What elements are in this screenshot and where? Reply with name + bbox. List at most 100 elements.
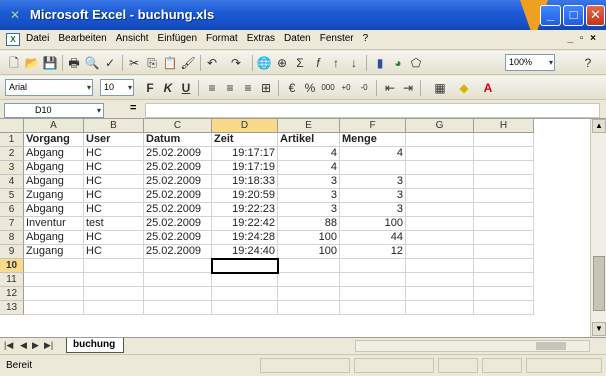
cell-c3[interactable]: 25.02.2009 <box>144 161 212 175</box>
cell-e7[interactable]: 88 <box>278 217 340 231</box>
cell-d5[interactable]: 19:20:59 <box>212 189 278 203</box>
underline-icon[interactable]: U <box>178 80 194 96</box>
cell-e10[interactable] <box>278 259 340 273</box>
cell-h13[interactable] <box>474 301 534 315</box>
cell-f12[interactable] <box>340 287 406 301</box>
merge-center-icon[interactable]: ⊞ <box>258 80 274 96</box>
cell-f7[interactable]: 100 <box>340 217 406 231</box>
cell-e4[interactable]: 3 <box>278 175 340 189</box>
spelling-icon[interactable]: ✓ <box>102 55 118 71</box>
fill-color-icon[interactable]: ◆ <box>456 80 472 96</box>
cell-e6[interactable]: 3 <box>278 203 340 217</box>
cell-g8[interactable] <box>406 231 474 245</box>
cell-c10[interactable] <box>144 259 212 273</box>
new-icon[interactable]: 🗋 <box>6 55 22 71</box>
save-icon[interactable]: 💾 <box>42 55 58 71</box>
cell-b3[interactable]: HC <box>84 161 144 175</box>
sheet-tab-buchung[interactable]: buchung <box>66 338 125 353</box>
menu-item-5[interactable]: Extras <box>247 33 275 44</box>
cell-e8[interactable]: 100 <box>278 231 340 245</box>
open-icon[interactable]: 📂 <box>24 55 40 71</box>
cell-d8[interactable]: 19:24:28 <box>212 231 278 245</box>
cell-f5[interactable]: 3 <box>340 189 406 203</box>
cell-f1[interactable]: Menge <box>340 133 406 147</box>
format-painter-icon[interactable]: 🖌 <box>180 55 196 71</box>
next-sheet-icon[interactable]: ▶ <box>32 340 39 351</box>
cell-c8[interactable]: 25.02.2009 <box>144 231 212 245</box>
row-header-13[interactable]: 13 <box>0 301 24 315</box>
map-icon[interactable]: ◕ <box>390 55 406 71</box>
cell-d13[interactable] <box>212 301 278 315</box>
row-header-3[interactable]: 3 <box>0 161 24 175</box>
row-header-2[interactable]: 2 <box>0 147 24 161</box>
cell-a3[interactable]: Abgang <box>24 161 84 175</box>
cell-f6[interactable]: 3 <box>340 203 406 217</box>
percent-icon[interactable]: % <box>302 80 318 96</box>
cell-h8[interactable] <box>474 231 534 245</box>
cell-f13[interactable] <box>340 301 406 315</box>
align-left-icon[interactable]: ≡ <box>204 80 220 96</box>
chart-wizard-icon[interactable]: ▮ <box>372 55 388 71</box>
borders-icon[interactable]: ▦ <box>432 80 448 96</box>
paste-icon[interactable]: 📋 <box>162 55 178 71</box>
cell-f9[interactable]: 12 <box>340 245 406 259</box>
row-header-5[interactable]: 5 <box>0 189 24 203</box>
vertical-scroll-thumb[interactable] <box>593 256 605 311</box>
cell-f10[interactable] <box>340 259 406 273</box>
cell-b4[interactable]: HC <box>84 175 144 189</box>
cell-g11[interactable] <box>406 273 474 287</box>
row-header-12[interactable]: 12 <box>0 287 24 301</box>
cell-h11[interactable] <box>474 273 534 287</box>
cell-d2[interactable]: 19:17:17 <box>212 147 278 161</box>
title-bar[interactable]: ✕ Microsoft Excel - buchung.xls _ □ ✕ <box>0 0 606 40</box>
print-icon[interactable]: 🖶 <box>66 55 82 71</box>
cell-h1[interactable] <box>474 133 534 147</box>
cell-a1[interactable]: Vorgang <box>24 133 84 147</box>
maximize-button[interactable]: □ <box>563 5 584 26</box>
last-sheet-icon[interactable]: ▶| <box>44 340 53 351</box>
cell-g7[interactable] <box>406 217 474 231</box>
cell-b2[interactable]: HC <box>84 147 144 161</box>
help-icon[interactable]: ? <box>580 55 596 71</box>
column-header-d[interactable]: D <box>212 119 278 133</box>
cell-g3[interactable] <box>406 161 474 175</box>
font-color-icon[interactable]: A <box>480 80 496 96</box>
cell-b5[interactable]: HC <box>84 189 144 203</box>
row-header-8[interactable]: 8 <box>0 231 24 245</box>
cell-a5[interactable]: Zugang <box>24 189 84 203</box>
undo-icon[interactable]: ↶ <box>204 55 220 71</box>
font-name-select[interactable]: Arial ▾ <box>5 79 93 96</box>
menu-item-4[interactable]: Format <box>206 33 238 44</box>
cell-a6[interactable]: Abgang <box>24 203 84 217</box>
zoom-select[interactable]: 100% ▾ <box>505 54 555 71</box>
cell-c7[interactable]: 25.02.2009 <box>144 217 212 231</box>
align-right-icon[interactable]: ≡ <box>240 80 256 96</box>
select-all-corner[interactable] <box>0 119 24 133</box>
cell-c5[interactable]: 25.02.2009 <box>144 189 212 203</box>
name-box[interactable]: D10 ▾ <box>4 103 104 118</box>
horizontal-scroll-thumb[interactable] <box>536 342 566 350</box>
drawing-icon[interactable]: ⬠ <box>408 55 424 71</box>
italic-icon[interactable]: K <box>160 80 176 96</box>
cell-h2[interactable] <box>474 147 534 161</box>
increase-decimal-icon[interactable]: +0 <box>338 80 354 96</box>
cell-g4[interactable] <box>406 175 474 189</box>
bold-icon[interactable]: F <box>142 80 158 96</box>
cell-h9[interactable] <box>474 245 534 259</box>
cell-h10[interactable] <box>474 259 534 273</box>
cell-b13[interactable] <box>84 301 144 315</box>
cell-d11[interactable] <box>212 273 278 287</box>
cell-b11[interactable] <box>84 273 144 287</box>
currency-icon[interactable]: € <box>284 80 300 96</box>
print-preview-icon[interactable]: 🔍 <box>84 55 100 71</box>
row-header-1[interactable]: 1 <box>0 133 24 147</box>
row-header-9[interactable]: 9 <box>0 245 24 259</box>
column-header-e[interactable]: E <box>278 119 340 133</box>
column-header-c[interactable]: C <box>144 119 212 133</box>
cell-f11[interactable] <box>340 273 406 287</box>
cell-a10[interactable] <box>24 259 84 273</box>
column-header-h[interactable]: H <box>474 119 534 133</box>
cell-b9[interactable]: HC <box>84 245 144 259</box>
minimize-button[interactable]: _ <box>540 5 561 26</box>
menu-item-0[interactable]: Datei <box>26 33 49 44</box>
